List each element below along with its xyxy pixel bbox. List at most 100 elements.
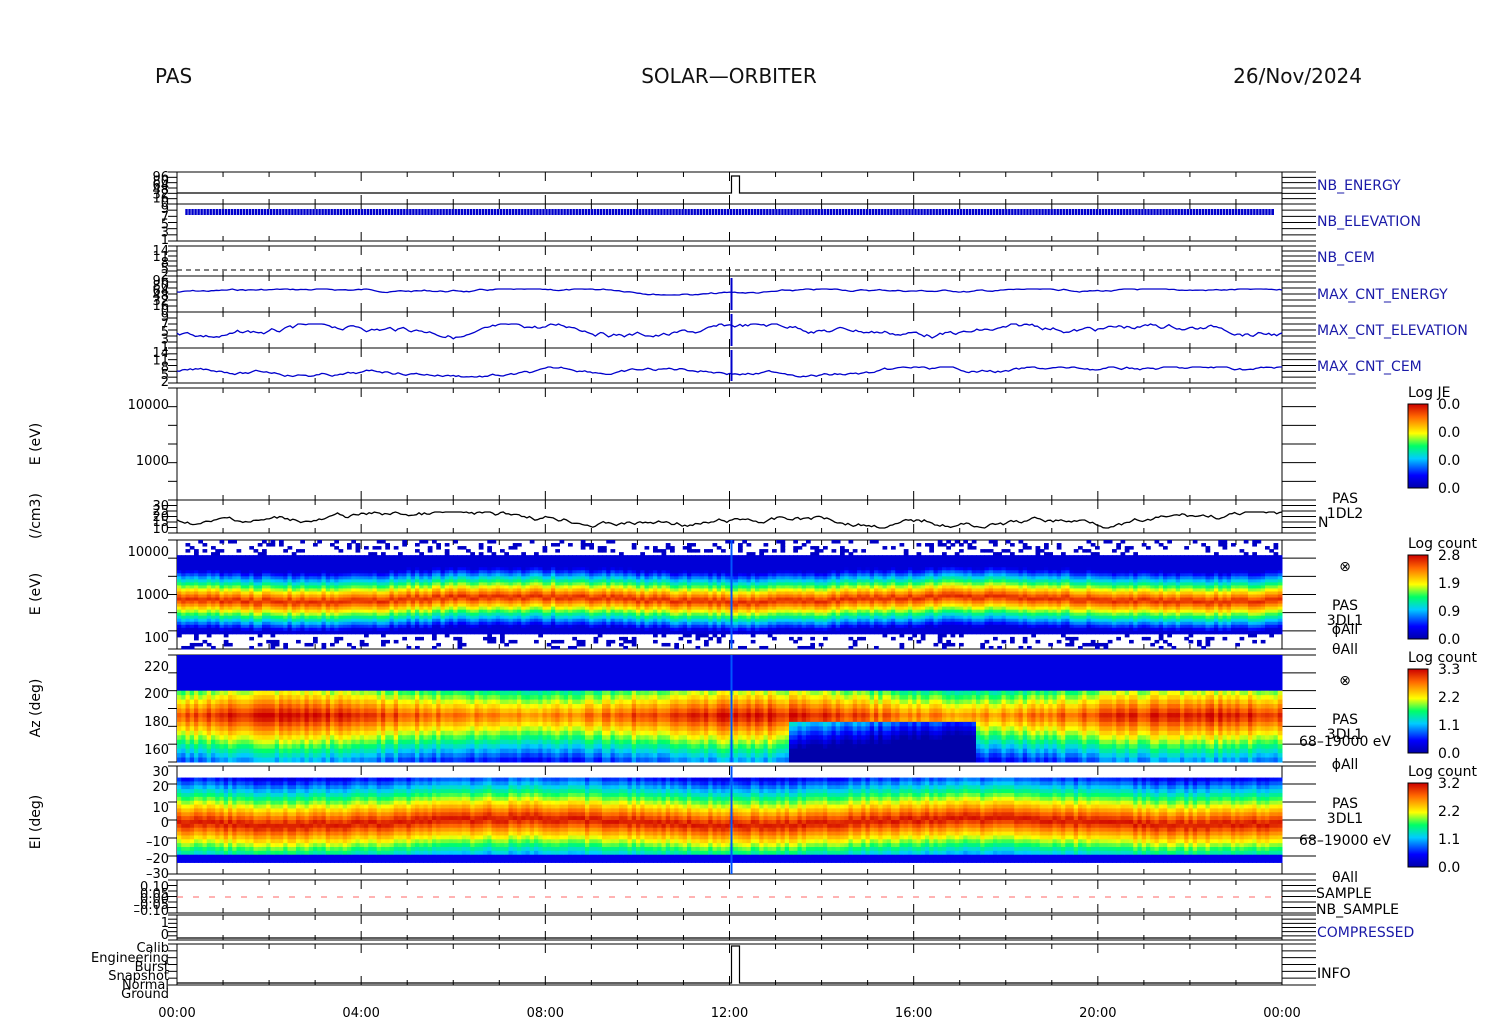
panel-8-cell [385, 594, 390, 599]
panel-8-cell [330, 543, 335, 547]
panel-8-cell [215, 624, 220, 629]
panel-8-cell [300, 606, 305, 611]
panel-8-cell [325, 567, 331, 571]
panel-8-cell [682, 615, 688, 620]
panel-8-cell [342, 567, 348, 571]
panel-8-cell [393, 582, 399, 586]
panel-8-cell [211, 612, 216, 617]
panel-8-cell [478, 585, 484, 589]
panel-8-cell [287, 612, 293, 617]
panel-8-cell [232, 558, 237, 562]
panel-8-cell [470, 555, 475, 559]
panel-8-cell [704, 612, 709, 617]
panel-8-cell [372, 558, 378, 562]
panel-8-cell [232, 573, 237, 577]
panel-8-cell [257, 624, 263, 629]
panel-8-cell [274, 594, 280, 599]
panel-8-cell [525, 561, 531, 565]
panel-8-cell [266, 561, 271, 565]
panel-8-cell [368, 564, 373, 568]
panel-8-cell [355, 564, 361, 568]
panel-8-cell [636, 612, 641, 617]
panel-8-cell [721, 603, 726, 608]
panel-8-cell [406, 612, 412, 617]
panel-8-cell [623, 609, 628, 614]
panel-8-cell [576, 579, 582, 583]
panel-8-cell [410, 561, 416, 565]
panel-8-cell [687, 633, 692, 638]
panel-8-cell [232, 600, 237, 605]
panel-8-cell [568, 567, 573, 571]
panel-8-cell [478, 600, 484, 605]
panel-8-cell [427, 603, 433, 608]
panel-8-cell [198, 618, 203, 623]
panel-8-cell [296, 588, 301, 592]
panel-8-cell [695, 576, 701, 580]
panel-8-cell [432, 540, 437, 544]
panel-8-cell [470, 615, 475, 620]
panel-8-cell [648, 630, 654, 635]
panel-8-cell [402, 555, 407, 559]
panel-8-cell [351, 561, 356, 565]
panel-8-cell [291, 552, 297, 556]
panel-8-cell [648, 570, 654, 574]
panel-8-cell [661, 576, 667, 580]
panel-8-cell [585, 579, 590, 583]
panel-8-cell [240, 585, 246, 589]
panel-8-cell [389, 612, 395, 617]
panel-8-cell [368, 618, 373, 623]
panel-8-cell [653, 603, 658, 608]
panel-8-cell [504, 603, 509, 608]
panel-8-cell [525, 615, 531, 620]
panel-8-cell [491, 573, 497, 577]
panel-8-cell [585, 627, 590, 632]
panel-8-cell [619, 615, 624, 620]
panel-8-cell [240, 588, 246, 592]
panel-8-cell [393, 624, 399, 629]
panel-8-cell [232, 609, 237, 614]
panel-8-cell [559, 573, 565, 577]
panel-8-cell [453, 630, 458, 635]
panel-8-cell [240, 561, 246, 565]
panel-8-cell [283, 606, 288, 611]
panel-8-cell [223, 603, 229, 608]
panel-8-cell [572, 594, 577, 599]
panel-8-cell [321, 555, 327, 559]
panel-8-cell [313, 543, 318, 547]
panel-8-cell [512, 600, 518, 605]
panel-8-cell [453, 576, 458, 580]
panel-8-cell [695, 600, 701, 605]
panel-8-cell [636, 627, 641, 632]
panel-8-cell [606, 540, 611, 544]
panel-8-cell [253, 615, 259, 620]
panel-8-cell [351, 570, 356, 574]
panel-8-cell [453, 621, 458, 626]
panel-8-cell [440, 630, 446, 635]
panel-8-cell [262, 609, 267, 614]
panel-8-cell [602, 600, 607, 605]
panel-8-cell [419, 594, 424, 599]
panel-8-cell [240, 573, 246, 577]
panel-8-cell [466, 579, 471, 583]
panel-8-cell [321, 597, 327, 602]
panel-8-cell [440, 621, 446, 626]
panel-8-cell [219, 630, 225, 635]
panel-8-cell [551, 558, 556, 562]
panel-8-cell [572, 582, 577, 586]
panel-8-cell [534, 606, 539, 611]
panel-8-cell [487, 546, 492, 550]
panel-8-cell [716, 612, 722, 617]
panel-8-cell [351, 585, 356, 589]
panel-8-cell [287, 555, 293, 559]
panel-8-cell [610, 558, 616, 562]
panel-8-cell [695, 624, 701, 629]
panel-8-cell [670, 570, 675, 574]
panel-8-cell [491, 585, 497, 589]
panel-8-cell [359, 603, 365, 608]
panel-8-cell [461, 612, 467, 617]
panel-8-cell [185, 585, 191, 589]
panel-8-cell [338, 579, 344, 583]
panel-8-cell [699, 615, 705, 620]
panel-8-cell [313, 612, 318, 617]
panel-8-cell [661, 621, 667, 626]
